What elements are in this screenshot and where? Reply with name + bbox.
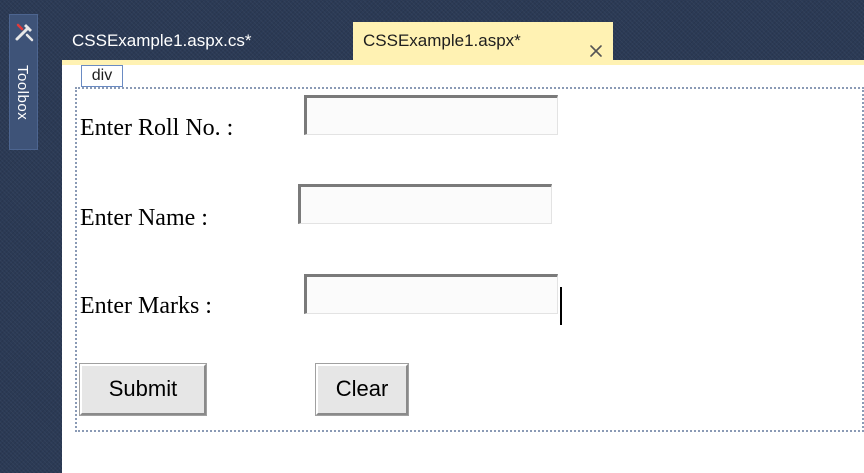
roll-input[interactable] <box>304 95 558 135</box>
element-tag[interactable]: div <box>81 65 123 87</box>
toolbox-strip: Toolbox <box>0 0 60 473</box>
name-input[interactable] <box>298 184 552 224</box>
roll-label: Enter Roll No. : <box>80 115 234 141</box>
toolbox-label: Toolbox <box>14 65 31 121</box>
tab-label: CSSExample1.aspx* <box>363 31 521 50</box>
marks-label: Enter Marks : <box>80 293 212 319</box>
tab-aspx-cs[interactable]: CSSExample1.aspx.cs* <box>62 22 330 60</box>
text-caret <box>560 287 562 325</box>
submit-button[interactable]: Submit <box>79 363 207 416</box>
toolbox-tab[interactable]: Toolbox <box>9 14 38 150</box>
close-icon[interactable] <box>589 34 603 57</box>
toolbox-icon <box>13 21 35 43</box>
clear-button[interactable]: Clear <box>315 363 409 416</box>
design-surface: div Enter Roll No. : Enter Name : Enter … <box>62 65 864 473</box>
tab-aspx[interactable]: CSSExample1.aspx* <box>353 22 613 60</box>
tab-label: CSSExample1.aspx.cs* <box>72 31 252 50</box>
marks-input[interactable] <box>304 274 558 314</box>
name-label: Enter Name : <box>80 205 208 231</box>
